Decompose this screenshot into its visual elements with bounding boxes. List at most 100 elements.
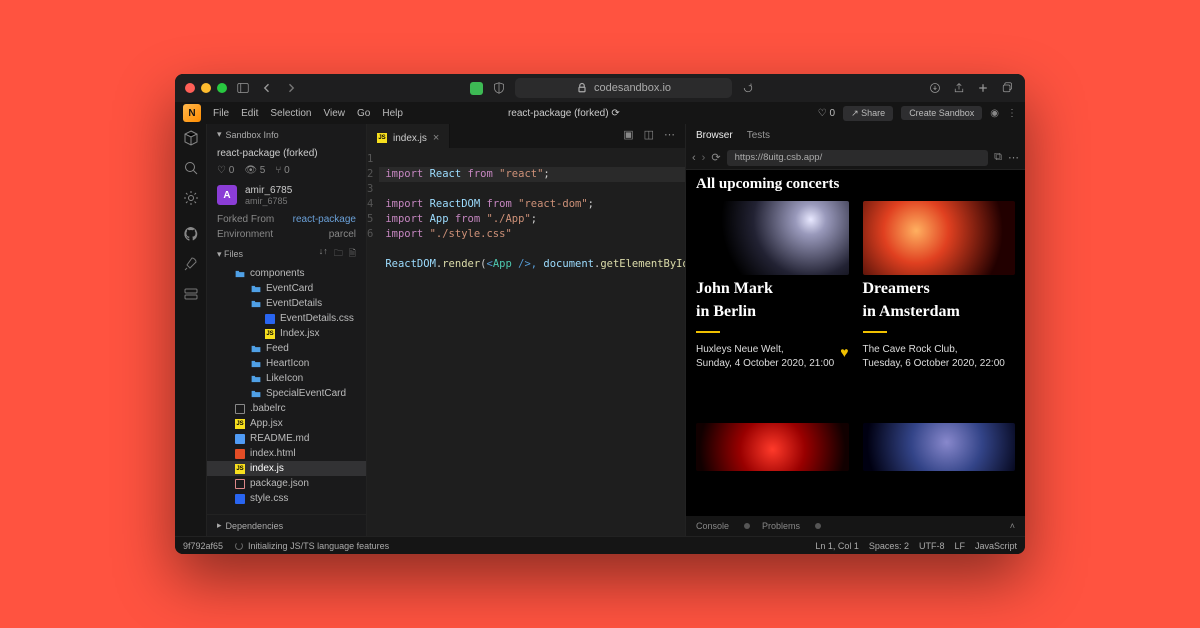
layout-icon[interactable]: ◫ (644, 128, 654, 144)
section-files[interactable]: ▾ Files ↓↑ 🗀 🗎 (207, 242, 366, 266)
folder-eventdetails[interactable]: EventDetails (207, 296, 366, 311)
status-eol[interactable]: LF (954, 541, 965, 551)
tab-index-js[interactable]: JS index.js × (367, 124, 450, 148)
tab-browser[interactable]: Browser (696, 130, 733, 141)
sidebar-toggle-icon[interactable] (235, 80, 251, 96)
search-icon[interactable] (183, 160, 199, 176)
extension-icon[interactable] (470, 82, 483, 95)
main-body: ▾Sandbox Info react-package (forked) ♡ 0… (175, 124, 1025, 536)
more-icon[interactable]: ⋯ (664, 128, 675, 144)
tab-tests[interactable]: Tests (747, 130, 770, 141)
shield-icon[interactable] (491, 80, 507, 96)
forked-from-row[interactable]: Forked Fromreact-package (207, 212, 366, 227)
chevron-up-icon[interactable]: ˄ (1010, 521, 1015, 531)
rocket-icon[interactable] (183, 256, 199, 272)
file-index-jsx[interactable]: JSIndex.jsx (207, 326, 366, 341)
preview-body[interactable]: All upcoming concerts John Mark in Berli… (686, 170, 1025, 516)
preview-reload-icon[interactable]: ⟳ (711, 151, 720, 164)
file-eventdetails-css[interactable]: EventDetails.css (207, 311, 366, 326)
file-babelrc[interactable]: .babelrc (207, 401, 366, 416)
tab-console[interactable]: Console (696, 521, 729, 531)
status-language[interactable]: JavaScript (975, 541, 1017, 551)
file-style-css[interactable]: style.css (207, 491, 366, 506)
preview-back-icon[interactable]: ‹ (692, 152, 696, 164)
event-card-4[interactable] (863, 423, 1016, 510)
folder-feed[interactable]: Feed (207, 341, 366, 356)
like-button[interactable]: ♡ 0 (818, 108, 835, 119)
nav-forward-icon[interactable] (283, 80, 299, 96)
sync-icon: ⟳ (611, 108, 619, 119)
user-block[interactable]: A amir_6785 amir_6785 (207, 179, 366, 212)
file-index-html[interactable]: index.html (207, 446, 366, 461)
event-card-1[interactable]: John Mark in Berlin Huxleys Neue Welt,Su… (696, 201, 849, 409)
file-index-js[interactable]: JSindex.js (207, 461, 366, 476)
folder-likeicon[interactable]: LikeIcon (207, 371, 366, 386)
tab-problems[interactable]: Problems (762, 521, 800, 531)
menu-edit[interactable]: Edit (241, 108, 258, 119)
menu-file[interactable]: File (213, 108, 229, 119)
split-editor-icon[interactable]: ▣ (623, 128, 633, 144)
folder-hearticon[interactable]: HeartIcon (207, 356, 366, 371)
reload-icon[interactable] (740, 80, 756, 96)
file-app-jsx[interactable]: JSApp.jsx (207, 416, 366, 431)
new-tab-icon[interactable] (975, 80, 991, 96)
status-sha[interactable]: 9f792af65 (183, 541, 223, 551)
url-bar[interactable]: codesandbox.io (515, 78, 732, 98)
menu-selection[interactable]: Selection (270, 108, 311, 119)
event-title-2b: in Amsterdam (863, 304, 1016, 321)
close-tab-icon[interactable]: × (433, 132, 439, 144)
user-menu-icon[interactable]: ◉ (990, 108, 999, 119)
download-icon[interactable] (927, 80, 943, 96)
share-icon[interactable] (951, 80, 967, 96)
event-card-2[interactable]: Dreamers in Amsterdam The Cave Rock Club… (863, 201, 1016, 409)
heart-icon[interactable]: ♥ (840, 343, 848, 371)
status-position[interactable]: Ln 1, Col 1 (815, 541, 859, 551)
share-button[interactable]: ↗ Share (843, 106, 893, 121)
divider (696, 331, 720, 333)
github-icon[interactable] (183, 226, 199, 242)
overflow-menu-icon[interactable]: ⋮ (1007, 108, 1017, 119)
new-folder-icon[interactable]: 🗀 (334, 246, 343, 262)
file-package-json[interactable]: package.json (207, 476, 366, 491)
browser-window: codesandbox.io N File Edit Selection Vie… (175, 74, 1025, 554)
open-external-icon[interactable]: ⧉ (994, 151, 1002, 164)
menu-go[interactable]: Go (357, 108, 370, 119)
app-menubar: N File Edit Selection View Go Help react… (175, 102, 1025, 124)
environment-row: Environmentparcel (207, 227, 366, 242)
nav-back-icon[interactable] (259, 80, 275, 96)
event-image-1 (696, 201, 849, 275)
preview-forward-icon[interactable]: › (702, 152, 706, 164)
code-area[interactable]: 123456 import React from "react"; import… (367, 148, 685, 536)
code-content[interactable]: import React from "react"; import ReactD… (379, 148, 685, 536)
event-title-1b: in Berlin (696, 304, 849, 321)
folder-eventcard[interactable]: EventCard (207, 281, 366, 296)
server-icon[interactable] (183, 286, 199, 302)
app-logo[interactable]: N (183, 104, 201, 122)
sort-icon[interactable]: ↓↑ (319, 246, 328, 262)
sidebar: ▾Sandbox Info react-package (forked) ♡ 0… (207, 124, 367, 536)
file-readme[interactable]: README.md (207, 431, 366, 446)
status-spaces[interactable]: Spaces: 2 (869, 541, 909, 551)
section-dependencies[interactable]: ▸Dependencies (207, 514, 366, 536)
status-encoding[interactable]: UTF-8 (919, 541, 945, 551)
tabs-overview-icon[interactable] (999, 80, 1015, 96)
minimize-window-icon[interactable] (201, 83, 211, 93)
event-card-3[interactable] (696, 423, 849, 510)
new-file-icon[interactable]: 🗎 (349, 246, 356, 262)
cube-icon[interactable] (183, 130, 199, 146)
preview-more-icon[interactable]: ⋯ (1008, 151, 1019, 164)
maximize-window-icon[interactable] (217, 83, 227, 93)
menu-view[interactable]: View (324, 108, 346, 119)
event-when-1: Sunday, 4 October 2020, 21:00 (696, 357, 834, 371)
gear-icon[interactable] (183, 190, 199, 206)
event-title-2a: Dreamers (863, 281, 1016, 298)
folder-specialeventcard[interactable]: SpecialEventCard (207, 386, 366, 401)
preview-url-bar[interactable]: https://8uitg.csb.app/ (727, 150, 989, 166)
url-text: codesandbox.io (594, 82, 671, 94)
close-window-icon[interactable] (185, 83, 195, 93)
preview-heading: All upcoming concerts (696, 176, 1015, 193)
create-sandbox-button[interactable]: Create Sandbox (901, 106, 982, 120)
section-sandbox-info[interactable]: ▾Sandbox Info (207, 124, 366, 145)
menu-help[interactable]: Help (382, 108, 403, 119)
folder-components[interactable]: components (207, 266, 366, 281)
